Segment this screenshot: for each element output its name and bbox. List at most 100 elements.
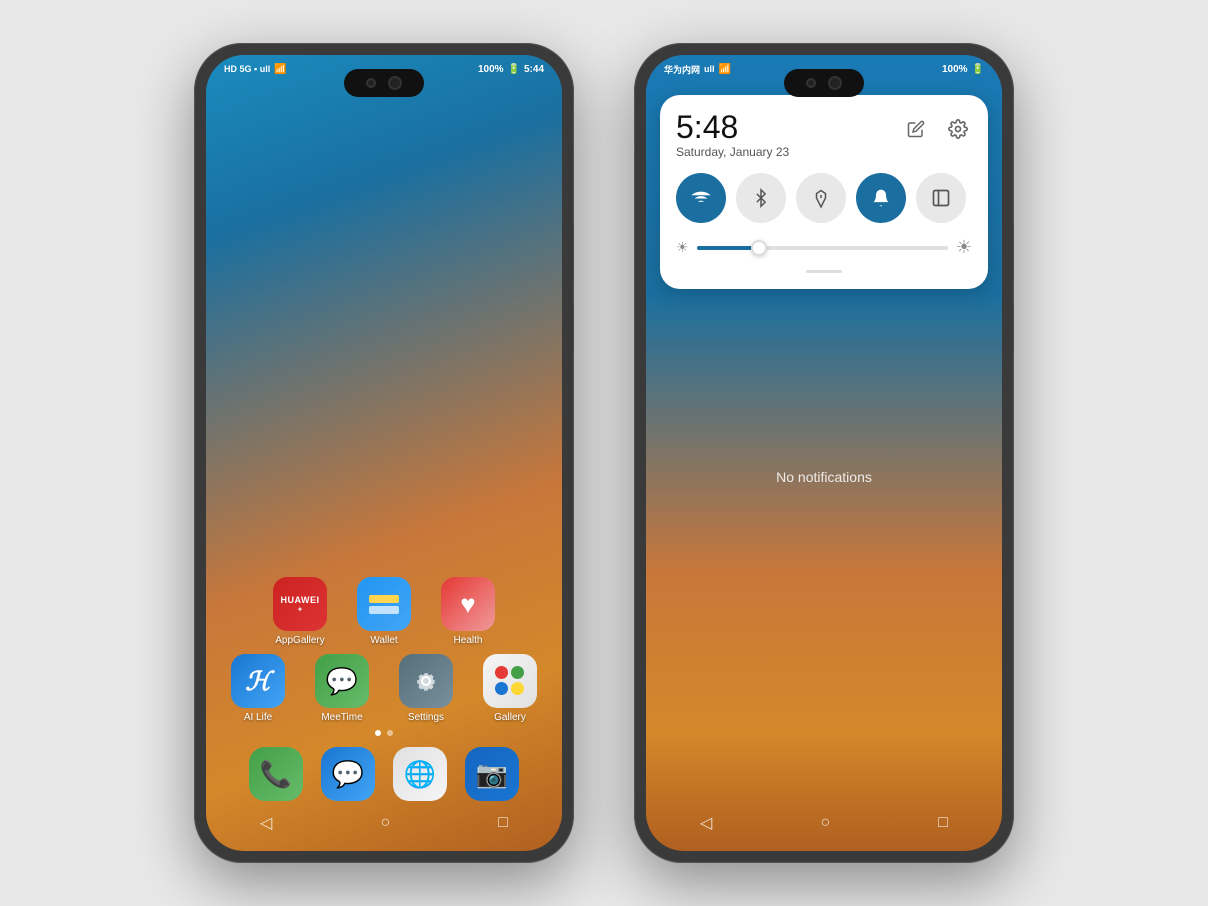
front-camera-left-2 <box>806 78 816 88</box>
dock: 📞 💬 🌐 📷 <box>206 747 562 801</box>
phone-icon: 📞 <box>260 759 292 790</box>
app-label-wallet: Wallet <box>370 635 397 646</box>
app-wallet[interactable]: Wallet <box>348 577 420 646</box>
settings-button[interactable] <box>944 115 972 143</box>
app-ailife[interactable]: ℋ AI Life <box>222 654 294 723</box>
app-label-gallery: Gallery <box>494 712 526 723</box>
edit-button[interactable] <box>902 115 930 143</box>
gallery-pinwheel <box>495 666 525 696</box>
nav-home-2[interactable]: ○ <box>820 814 830 832</box>
app-appgallery[interactable]: HUAWEI ✦ AppGallery <box>264 577 336 646</box>
signal-bars-2: ull <box>704 64 715 74</box>
app-label-ailife: AI Life <box>244 712 272 723</box>
wifi-indicator-1: 📶 <box>274 64 286 75</box>
network-cn-text: 华为内网 <box>664 63 700 76</box>
browser-icon: 🌐 <box>404 759 436 790</box>
app-label-health: Health <box>454 635 483 646</box>
gallery-quad-yellow <box>511 682 524 695</box>
app-icon-gallery[interactable] <box>483 654 537 708</box>
volume-button[interactable] <box>573 303 574 353</box>
phone-1: HD 5G ▪ ull 📶 100% 🔋 5:44 HUAWEI ✦ <box>194 43 574 863</box>
network-indicator-1: HD 5G ▪ ull <box>224 64 270 74</box>
notif-action-buttons <box>902 111 972 143</box>
huawei-logo-text: HUAWEI <box>281 595 320 605</box>
gallery-quad-green <box>511 666 524 679</box>
app-gallery[interactable]: Gallery <box>474 654 546 723</box>
dock-messages[interactable]: 💬 <box>321 747 375 801</box>
toggle-flashlight[interactable] <box>796 173 846 223</box>
toggle-sidebar[interactable] <box>916 173 966 223</box>
notif-time-date: 5:48 Saturday, January 23 <box>676 111 789 159</box>
app-label-meetime: MeeTime <box>321 712 362 723</box>
toggle-notification[interactable] <box>856 173 906 223</box>
brightness-low-icon: ☀ <box>676 239 689 256</box>
brightness-row: ☀ ☀ <box>676 237 972 258</box>
nav-bar-1: ◁ ○ □ <box>206 805 562 841</box>
gallery-quad-blue <box>495 682 508 695</box>
power-button[interactable] <box>573 223 574 283</box>
nav-back-1[interactable]: ◁ <box>260 813 272 833</box>
notification-panel: 5:48 Saturday, January 23 <box>660 95 988 289</box>
toggle-wifi[interactable] <box>676 173 726 223</box>
app-icon-appgallery[interactable]: HUAWEI ✦ <box>273 577 327 631</box>
battery-icon-1: 🔋 <box>508 64 520 75</box>
phone-2-screen: 华为内网 ull 📶 100% 🔋 5:48 Saturday, January… <box>646 55 1002 851</box>
huawei-sub: ✦ <box>297 605 304 614</box>
page-dot-2 <box>387 730 393 736</box>
meetime-icon: 💬 <box>326 666 358 697</box>
punch-hole-camera-2 <box>784 69 864 97</box>
toggle-bluetooth[interactable] <box>736 173 786 223</box>
nav-recent-2[interactable]: □ <box>938 814 948 832</box>
gear-icon <box>412 667 440 695</box>
app-icon-health[interactable]: ♥ <box>441 577 495 631</box>
messages-icon: 💬 <box>332 759 364 790</box>
app-icon-meetime[interactable]: 💬 <box>315 654 369 708</box>
dock-phone[interactable]: 📞 <box>249 747 303 801</box>
nav-back-2[interactable]: ◁ <box>700 813 712 833</box>
no-notifications: No notifications <box>646 469 1002 485</box>
flashlight-icon <box>812 187 830 209</box>
power-button-2[interactable] <box>1013 223 1014 283</box>
app-label-appgallery: AppGallery <box>275 635 324 646</box>
status-left-2: 华为内网 ull 📶 <box>664 63 731 76</box>
status-left-1: HD 5G ▪ ull 📶 <box>224 64 287 75</box>
brightness-fill <box>697 246 760 250</box>
sidebar-icon <box>931 188 951 208</box>
app-icon-wallet[interactable] <box>357 577 411 631</box>
app-meetime[interactable]: 💬 MeeTime <box>306 654 378 723</box>
app-icon-ailife[interactable]: ℋ <box>231 654 285 708</box>
bluetooth-icon <box>752 187 770 209</box>
edit-icon <box>907 120 925 138</box>
nav-home-1[interactable]: ○ <box>380 814 390 832</box>
wallet-icon-inner <box>369 595 399 614</box>
brightness-high-icon: ☀ <box>956 237 972 258</box>
notif-header: 5:48 Saturday, January 23 <box>676 111 972 159</box>
app-row-1: HUAWEI ✦ AppGallery Wallet <box>264 577 504 646</box>
front-camera-main-2 <box>828 76 842 90</box>
app-row-2: ℋ AI Life 💬 MeeTime <box>222 654 546 723</box>
brightness-thumb[interactable] <box>751 240 767 256</box>
dock-browser[interactable]: 🌐 <box>393 747 447 801</box>
panel-handle <box>676 270 972 273</box>
status-right-2: 100% 🔋 <box>942 64 984 75</box>
nav-recent-1[interactable]: □ <box>498 814 508 832</box>
front-camera-left <box>366 78 376 88</box>
time-1: 5:44 <box>524 64 544 75</box>
battery-percent-2: 100% <box>942 64 968 75</box>
app-icon-settings[interactable] <box>399 654 453 708</box>
settings-icon <box>948 119 968 139</box>
wifi-icon-2: 📶 <box>719 64 731 75</box>
volume-button-2[interactable] <box>1013 303 1014 353</box>
page-dots <box>206 730 562 736</box>
camera-icon: 📷 <box>476 759 508 790</box>
brightness-slider[interactable] <box>697 246 948 250</box>
page-dot-1 <box>375 730 381 736</box>
handle-bar <box>806 270 842 273</box>
front-camera-main <box>388 76 402 90</box>
battery-icon-2: 🔋 <box>972 64 984 75</box>
wallet-strip-bottom <box>369 606 399 614</box>
phone-1-screen: HD 5G ▪ ull 📶 100% 🔋 5:44 HUAWEI ✦ <box>206 55 562 851</box>
app-health[interactable]: ♥ Health <box>432 577 504 646</box>
dock-camera[interactable]: 📷 <box>465 747 519 801</box>
app-settings[interactable]: Settings <box>390 654 462 723</box>
